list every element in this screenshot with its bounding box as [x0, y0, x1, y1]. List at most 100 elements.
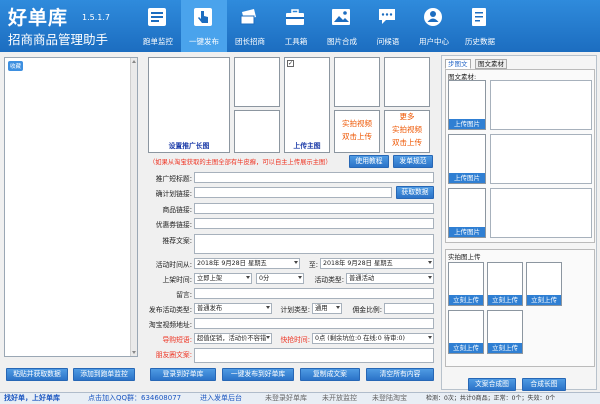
status-bar: 找好单，上好单库 点击加入QQ群：634608077 进入发单后台 未登录好单库… — [0, 392, 600, 404]
remark-label: 留言: — [176, 291, 192, 299]
tutorial-button[interactable]: 使用教程 — [349, 155, 389, 168]
flash-time-label: 快抢时间: — [280, 336, 310, 344]
monitor-status: 未开放监控 — [322, 394, 357, 402]
plan-link-input[interactable] — [194, 187, 392, 198]
main-image-box[interactable]: 设置推广长图 — [148, 57, 230, 153]
promo-title-input[interactable] — [194, 172, 434, 183]
nav-item-image-compose[interactable]: 图片合成 — [319, 0, 365, 52]
paste-fetch-button[interactable]: 粘贴并获取数据 — [6, 368, 68, 381]
taobao-status: 未登陆淘宝 — [372, 394, 407, 402]
toolbox-icon — [286, 9, 304, 25]
taobao-video-input[interactable] — [194, 318, 434, 329]
nav-item-monitor[interactable]: 跑单监控 — [135, 0, 181, 52]
live-upload-2[interactable]: 立刻上传 — [487, 262, 523, 306]
flash-time-select[interactable]: 0点 (剩余坑位:0 在线:0 待审:0) — [312, 333, 434, 344]
ticket-icon — [240, 9, 256, 25]
listing-time-select[interactable]: 立即上架 — [194, 273, 252, 284]
coupon-link-label: 优惠券链接: — [155, 221, 192, 229]
remark-input[interactable] — [194, 288, 434, 299]
join-qq-link[interactable]: 点击加入QQ群：634608077 — [88, 393, 181, 404]
moments-copy-input[interactable] — [194, 348, 434, 363]
image-slot-3[interactable] — [384, 57, 430, 107]
product-link-label: 商品链接: — [162, 206, 192, 214]
image-slot-2[interactable] — [334, 57, 380, 107]
image-slot-1[interactable] — [234, 57, 280, 107]
publish-type-select[interactable]: 普通发布 — [194, 303, 272, 314]
nav-item-merchant[interactable]: 团长招商 — [227, 0, 273, 52]
favorites-list[interactable]: 收藏 — [4, 57, 138, 357]
listing-time-label: 上架时间: — [162, 276, 192, 284]
main-image-caption: 设置推广长图 — [168, 142, 210, 150]
material-text-2[interactable] — [490, 134, 592, 184]
live-upload-3[interactable]: 立刻上传 — [526, 262, 562, 306]
copy-text-area[interactable] — [194, 234, 434, 254]
compose-text-image-button[interactable]: 文案合成图 — [468, 378, 516, 391]
video-upload-box[interactable]: 实拍视频 双击上传 — [334, 110, 380, 153]
tab-image-material[interactable]: 图文素材 — [475, 59, 507, 69]
nav-label: 历史数据 — [465, 37, 495, 46]
image-slot-4[interactable] — [234, 110, 280, 153]
coupon-link-input[interactable] — [194, 218, 434, 229]
login-status: 未登录好单库 — [265, 394, 307, 402]
commission-label: 佣金比例: — [352, 306, 382, 314]
copy-as-text-button[interactable]: 复制成文案 — [300, 368, 360, 381]
tab-step-material[interactable]: 步图文 — [445, 59, 471, 69]
activity-time-label: 活动时间从: — [155, 261, 192, 269]
minute-select[interactable]: 0分 — [256, 273, 304, 284]
material-upload-3[interactable]: 上传图片 — [448, 188, 486, 238]
monitor-icon — [148, 8, 166, 26]
moments-copy-label: 朋友圈文案: — [155, 351, 192, 359]
scroll-up-icon — [132, 60, 136, 63]
clear-all-button[interactable]: 清空所有内容 — [366, 368, 434, 381]
document-icon — [472, 8, 486, 26]
scroll-down-icon — [132, 351, 136, 354]
nav-item-publish[interactable]: 一键发布 — [181, 0, 227, 52]
end-date-picker[interactable]: 2018年 9月28日 星期五 — [320, 258, 434, 269]
taobao-video-label: 淘宝视频地址: — [148, 321, 192, 329]
fetch-data-button[interactable]: 获取数据 — [396, 186, 434, 199]
main-area: 收藏 粘贴并获取数据 添加到跑单监控 设置推广长图 ✓ 上传主图 实拍视频 双击… — [0, 52, 600, 392]
nav-item-greeting[interactable]: 问候语 — [365, 0, 411, 52]
activity-type-label: 活动类型: — [314, 276, 344, 284]
material-panel: 步图文 图文素材 图文素材: 上传图片 上传图片 上传图片 实拍图上传 立刻上传… — [441, 55, 597, 391]
plan-type-label: 计划类型: — [280, 306, 310, 314]
material-text-3[interactable] — [490, 188, 592, 238]
main-upload-box[interactable]: ✓ 上传主图 — [284, 57, 330, 153]
compose-long-image-button[interactable]: 合成长图 — [522, 378, 566, 391]
product-link-input[interactable] — [194, 203, 434, 214]
footer-brand: 找好单，上好单库 — [4, 394, 60, 402]
backend-link[interactable]: 进入发单后台 — [200, 393, 242, 404]
user-icon — [424, 8, 442, 26]
guide-phrase-label: 导购短语: — [162, 336, 192, 344]
start-date-picker[interactable]: 2018年 9月28日 星期五 — [194, 258, 300, 269]
commission-input[interactable] — [384, 303, 434, 314]
more-video-upload-box[interactable]: 更多 实拍视频 双击上传 — [384, 110, 430, 153]
activity-type-select[interactable]: 普通活动 — [346, 273, 434, 284]
promo-title-label: 推广短标题: — [155, 175, 192, 183]
logo-text: 好单库 — [8, 7, 69, 29]
hand-pointer-icon — [194, 8, 212, 26]
nav-item-toolbox[interactable]: 工具箱 — [273, 0, 319, 52]
plan-type-select[interactable]: 通用 — [312, 303, 342, 314]
main-upload-checkbox[interactable]: ✓ — [287, 60, 294, 67]
guide-phrase-select[interactable]: 超值促销，活动价不容错 — [194, 333, 272, 344]
copy-text-label: 推荐文案: — [162, 237, 192, 245]
login-haodanku-button[interactable]: 登录到好单库 — [150, 368, 216, 381]
nav-item-user-center[interactable]: 用户中心 — [411, 0, 457, 52]
detect-stats: 检测：0次；共计0商品；正常：0个；失效：0个 — [426, 395, 556, 402]
material-upload-2[interactable]: 上传图片 — [448, 134, 486, 184]
main-image-hint: （如果从淘宝获取的主图全部有牛皮癣，可以自主上传展示主图） — [149, 159, 332, 166]
material-upload-1[interactable]: 上传图片 — [448, 80, 486, 130]
nav-item-history[interactable]: 历史数据 — [457, 0, 503, 52]
list-scrollbar[interactable] — [130, 58, 137, 356]
chat-icon — [379, 9, 395, 24]
live-upload-1[interactable]: 立刻上传 — [448, 262, 484, 306]
add-monitor-button[interactable]: 添加到跑单监控 — [73, 368, 135, 381]
live-upload-4[interactable]: 立刻上传 — [448, 310, 484, 354]
spec-button[interactable]: 发单规范 — [393, 155, 433, 168]
live-upload-5[interactable]: 立刻上传 — [487, 310, 523, 354]
one-click-publish-button[interactable]: 一键发布到好单库 — [222, 368, 294, 381]
more-video-upload-text: 更多 实拍视频 双击上传 — [392, 112, 422, 147]
app-logo: 好单库 1.5.1.7 招商商品管理助手 — [8, 3, 110, 47]
material-text-1[interactable] — [490, 80, 592, 130]
